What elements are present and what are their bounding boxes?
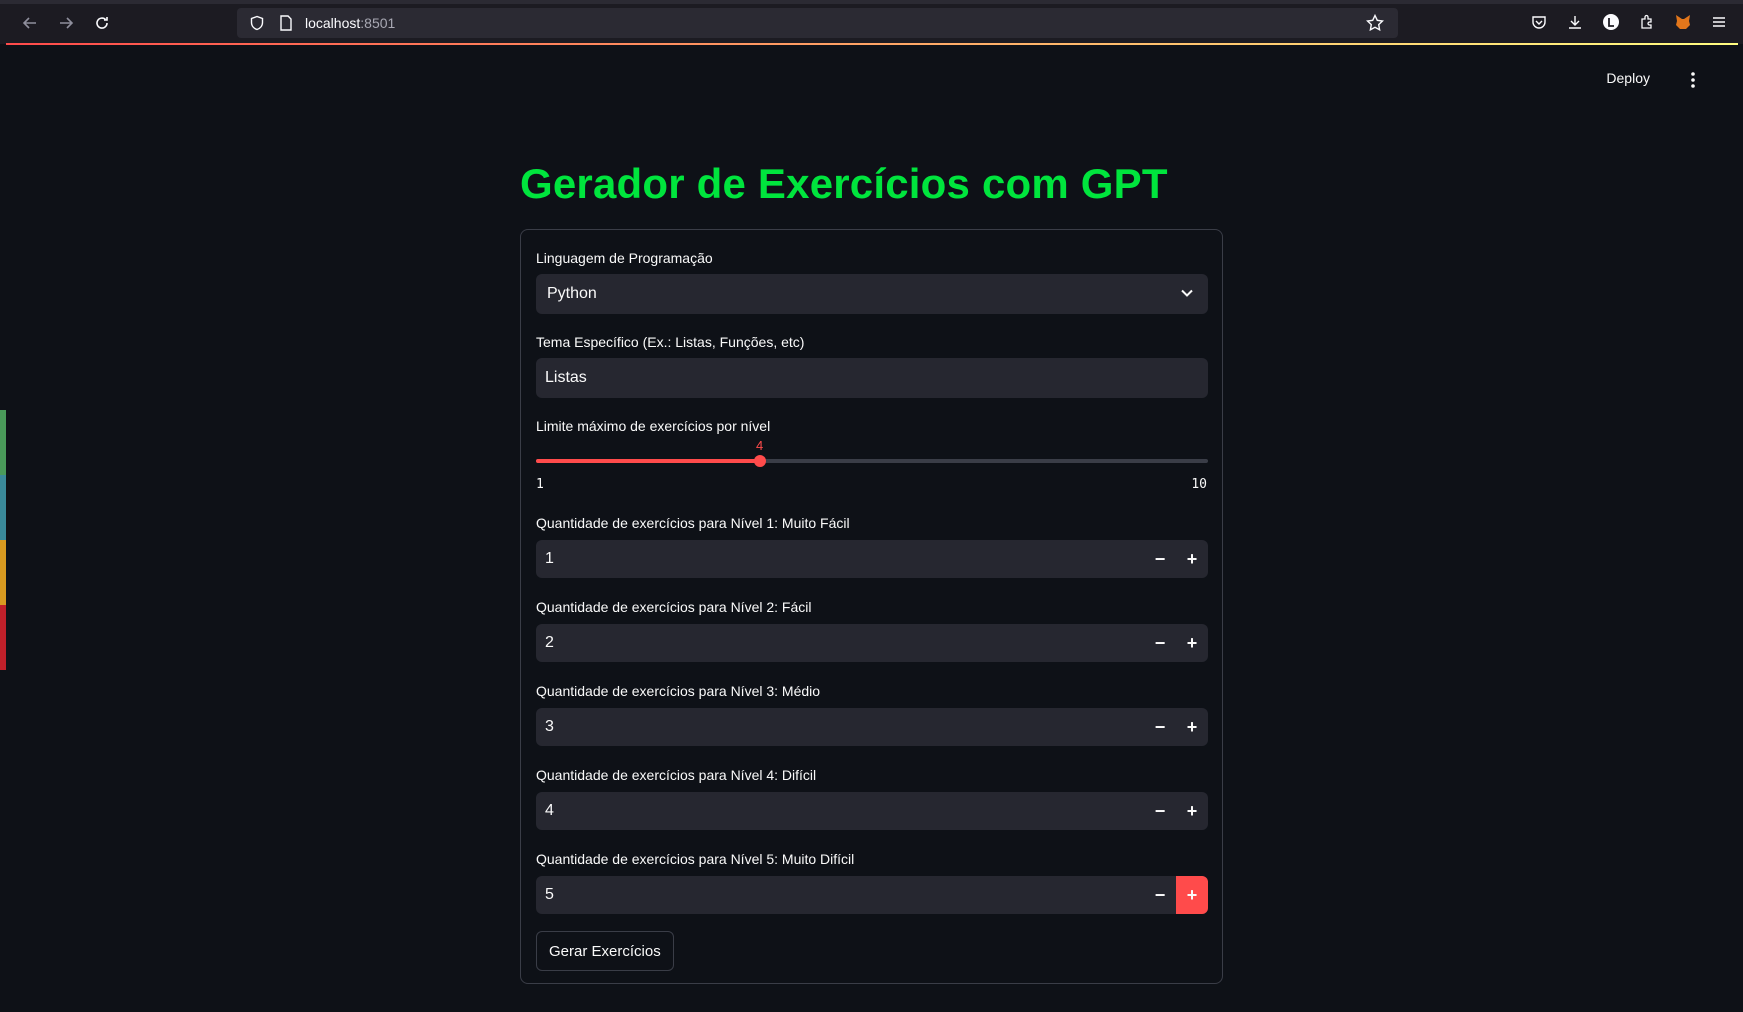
- slider-min-label: 1: [536, 477, 544, 492]
- slider-max-label: 10: [1191, 477, 1207, 492]
- increment-icon[interactable]: +: [1176, 624, 1208, 662]
- bookmark-star-icon[interactable]: [1365, 13, 1385, 37]
- language-label: Linguagem de Programação: [536, 250, 713, 266]
- chevron-down-icon[interactable]: [1180, 286, 1194, 300]
- exercise-form: Linguagem de Programação Python Tema Esp…: [520, 229, 1223, 984]
- forward-icon[interactable]: [52, 10, 80, 36]
- increment-icon[interactable]: +: [1176, 876, 1208, 914]
- language-select[interactable]: Python: [536, 274, 1208, 314]
- level-4-value[interactable]: 4: [545, 802, 1144, 820]
- left-strip-green: [0, 410, 6, 475]
- extensions-icon[interactable]: [1635, 10, 1659, 34]
- slider-fill: [536, 459, 760, 463]
- decrement-icon[interactable]: −: [1144, 624, 1176, 662]
- level-5-number-input[interactable]: 5 − +: [536, 876, 1208, 914]
- level-1-label: Quantidade de exercícios para Nível 1: M…: [536, 515, 850, 531]
- metamask-fox-icon[interactable]: [1671, 10, 1695, 34]
- tab-strip: [0, 0, 1743, 4]
- menu-hamburger-icon[interactable]: [1707, 10, 1731, 34]
- deploy-button[interactable]: Deploy: [1606, 70, 1650, 86]
- decrement-icon[interactable]: −: [1144, 708, 1176, 746]
- shield-icon[interactable]: [249, 15, 265, 31]
- increment-icon[interactable]: +: [1176, 540, 1208, 578]
- increment-icon[interactable]: +: [1176, 792, 1208, 830]
- level-5-value[interactable]: 5: [545, 886, 1144, 904]
- decrement-icon[interactable]: −: [1144, 876, 1176, 914]
- level-3-value[interactable]: 3: [545, 718, 1144, 736]
- decrement-icon[interactable]: −: [1144, 540, 1176, 578]
- left-strip-orange: [0, 540, 6, 605]
- level-2-value[interactable]: 2: [545, 634, 1144, 652]
- url-text[interactable]: localhost:8501: [305, 15, 395, 31]
- level-1-value[interactable]: 1: [545, 550, 1144, 568]
- slider-label: Limite máximo de exercícios por nível: [536, 418, 771, 434]
- slider-thumb[interactable]: [754, 455, 766, 467]
- account-avatar-icon[interactable]: [1599, 10, 1623, 34]
- topic-input[interactable]: [536, 358, 1208, 398]
- url-bar[interactable]: localhost:8501: [237, 8, 1398, 38]
- topic-label: Tema Específico (Ex.: Listas, Funções, e…: [536, 334, 805, 350]
- page-title: Gerador de Exercícios com GPT: [520, 160, 1168, 207]
- level-3-number-input[interactable]: 3 − +: [536, 708, 1208, 746]
- max-exercises-slider[interactable]: 4: [536, 438, 1208, 474]
- level-4-label: Quantidade de exercícios para Nível 4: D…: [536, 767, 817, 783]
- download-icon[interactable]: [1563, 10, 1587, 34]
- level-2-number-input[interactable]: 2 − +: [536, 624, 1208, 662]
- left-strip-teal: [0, 475, 6, 540]
- level-3-label: Quantidade de exercícios para Nível 3: M…: [536, 683, 821, 699]
- level-5-label: Quantidade de exercícios para Nível 5: M…: [536, 851, 855, 867]
- reload-icon[interactable]: [88, 10, 116, 36]
- page-icon: [279, 15, 293, 31]
- language-selected-value: Python: [547, 285, 597, 302]
- left-strip-red: [0, 605, 6, 670]
- slider-value-label: 4: [756, 438, 764, 453]
- pocket-icon[interactable]: [1527, 10, 1551, 34]
- decrement-icon[interactable]: −: [1144, 792, 1176, 830]
- back-icon[interactable]: [16, 10, 44, 36]
- level-4-number-input[interactable]: 4 − +: [536, 792, 1208, 830]
- more-options-icon[interactable]: [1683, 70, 1703, 90]
- level-1-number-input[interactable]: 1 − +: [536, 540, 1208, 578]
- browser-toolbar: localhost:8501: [0, 0, 1743, 44]
- level-2-label: Quantidade de exercícios para Nível 2: F…: [536, 599, 812, 615]
- generate-exercises-button[interactable]: Gerar Exercícios: [536, 931, 674, 971]
- page-load-progress-line: [6, 43, 1738, 45]
- increment-icon[interactable]: +: [1176, 708, 1208, 746]
